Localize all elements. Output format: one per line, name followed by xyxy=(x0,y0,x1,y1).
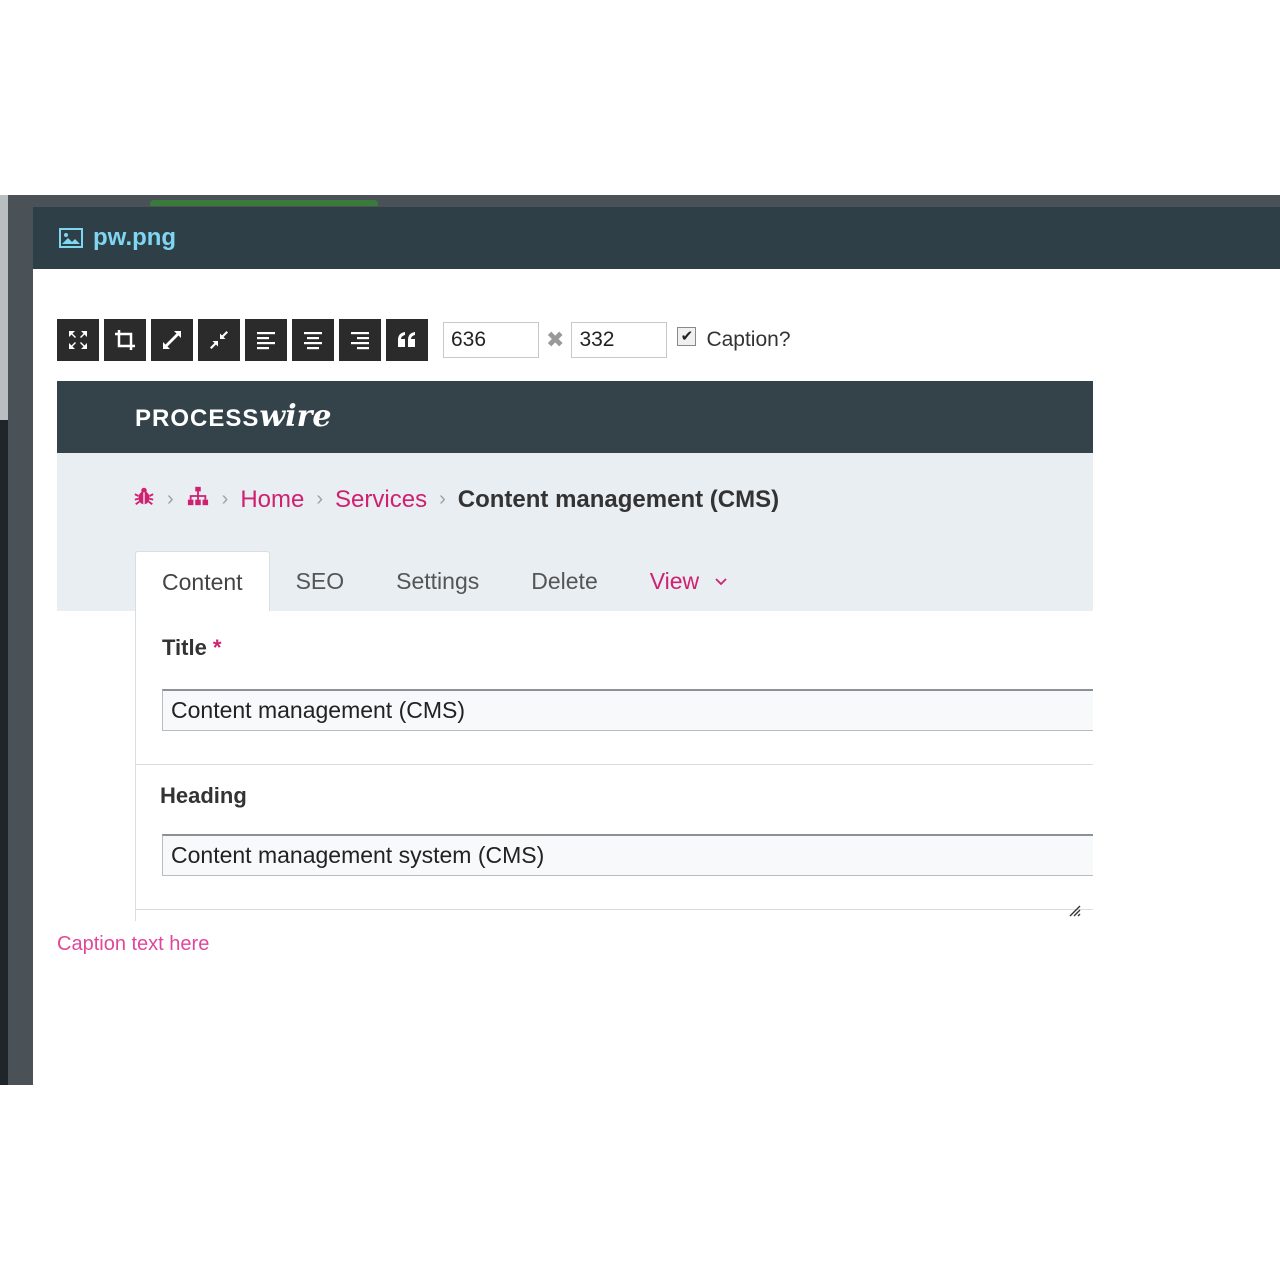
title-input[interactable]: Content management (CMS) xyxy=(162,689,1093,731)
align-right-icon xyxy=(351,332,369,350)
heading-field-label: Heading xyxy=(160,783,247,808)
field-divider xyxy=(136,764,1093,765)
breadcrumb-services[interactable]: Services xyxy=(335,486,427,514)
arrows-in-icon xyxy=(210,331,228,349)
background-tab xyxy=(150,200,378,206)
width-input[interactable] xyxy=(443,322,539,358)
crop-icon xyxy=(115,330,135,350)
tab-content[interactable]: Content xyxy=(135,551,270,612)
align-left-icon xyxy=(257,332,275,350)
required-marker: * xyxy=(212,635,222,660)
image-caption[interactable]: Caption text here xyxy=(57,933,209,956)
quote-icon xyxy=(398,332,415,347)
tab-view-label: View xyxy=(649,567,700,594)
breadcrumb-separator: › xyxy=(316,488,324,510)
background-edge xyxy=(0,195,8,420)
bug-icon xyxy=(133,485,155,514)
heading-input[interactable]: Content management system (CMS) xyxy=(162,834,1093,876)
height-input[interactable] xyxy=(571,322,668,358)
tab-view[interactable]: View xyxy=(624,551,753,611)
image-preview: PROCESSwire › › Home › Services › Conten… xyxy=(57,381,1093,921)
background-edge-dark xyxy=(0,420,8,1085)
title-field-label: Title * xyxy=(162,635,221,661)
page-tabs: Content SEO Settings Delete View xyxy=(135,551,753,612)
times-icon: ✖ xyxy=(546,327,565,352)
caption-checkbox[interactable]: ✔ xyxy=(677,326,697,346)
image-toolbar: ✖ ✔ Caption? xyxy=(57,319,791,361)
tab-delete[interactable]: Delete xyxy=(505,551,623,611)
expand-arrows-icon xyxy=(69,331,87,349)
align-center-icon xyxy=(304,332,322,350)
modal-title: pw.png xyxy=(93,224,177,251)
title-label-text: Title xyxy=(162,635,207,660)
breadcrumb-separator: › xyxy=(167,488,174,510)
resize-handle-icon[interactable] xyxy=(1067,903,1081,917)
breadcrumb-home[interactable]: Home xyxy=(240,486,304,514)
chevron-down-icon xyxy=(715,573,727,589)
tab-settings[interactable]: Settings xyxy=(370,551,505,611)
modal-header: pw.png xyxy=(33,207,1280,269)
breadcrumb: › › Home › Services › Content management… xyxy=(133,485,779,514)
shrink-button[interactable] xyxy=(198,319,240,361)
crop-button[interactable] xyxy=(104,319,146,361)
preview-header: PROCESSwire xyxy=(57,381,1093,453)
quote-button[interactable] xyxy=(386,319,428,361)
breadcrumb-separator: › xyxy=(439,488,446,510)
field-divider xyxy=(136,909,1093,910)
caption-toggle[interactable]: ✔ Caption? xyxy=(677,326,791,352)
align-right-button[interactable] xyxy=(339,319,381,361)
page-edit-form: Title * Content management (CMS) Heading … xyxy=(135,611,1093,921)
caption-label: Caption? xyxy=(706,328,791,351)
breadcrumb-current: Content management (CMS) xyxy=(457,485,780,513)
tab-seo[interactable]: SEO xyxy=(270,551,371,611)
align-left-button[interactable] xyxy=(245,319,287,361)
enlarge-button[interactable] xyxy=(151,319,193,361)
breadcrumb-separator: › xyxy=(221,488,229,510)
arrows-out-icon xyxy=(163,331,181,349)
processwire-logo: PROCESSwire xyxy=(135,399,332,434)
image-edit-modal: pw.png ✖ ✔ Caption? xyxy=(33,207,1280,1085)
image-icon xyxy=(59,228,83,248)
sitemap-icon[interactable] xyxy=(186,485,210,514)
resize-full-button[interactable] xyxy=(57,319,99,361)
align-center-button[interactable] xyxy=(292,319,334,361)
